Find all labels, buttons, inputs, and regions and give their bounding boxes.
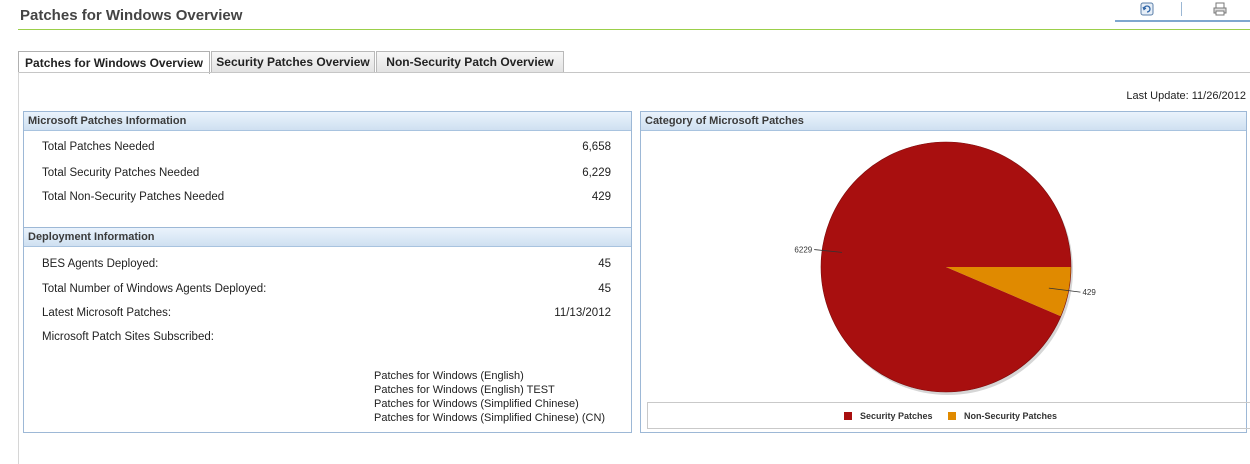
toolbar-separator <box>1181 2 1182 16</box>
tab-patches-overview[interactable]: Patches for Windows Overview <box>18 51 210 74</box>
legend-swatch-non-security <box>948 412 956 420</box>
security-patches-value: 6,229 <box>582 167 611 179</box>
deployment-info-panel: Deployment Information BES Agents Deploy… <box>23 227 632 433</box>
tab-security-patches[interactable]: Security Patches Overview <box>211 51 375 72</box>
print-button[interactable] <box>1210 0 1230 18</box>
legend-item-security: Security Patches <box>844 411 933 421</box>
legend-item-non-security: Non-Security Patches <box>948 411 1057 421</box>
patch-site-item: Patches for Windows (Simplified Chinese) <box>374 398 579 410</box>
windows-agents-value: 45 <box>598 283 611 295</box>
patch-sites-label: Microsoft Patch Sites Subscribed: <box>42 331 214 343</box>
patches-info-header: Microsoft Patches Information <box>24 112 631 131</box>
data-label-security: 6229 <box>794 246 812 255</box>
category-header: Category of Microsoft Patches <box>641 112 1246 131</box>
non-security-patches-value: 429 <box>591 191 611 203</box>
pie-chart: 6229 429 <box>794 141 1096 395</box>
patches-info-panel: Microsoft Patches Information Total Patc… <box>23 111 632 233</box>
print-icon <box>1213 2 1227 16</box>
last-update: Last Update: 11/26/2012 <box>1126 90 1246 102</box>
legend-swatch-security <box>844 412 852 420</box>
refresh-button[interactable] <box>1137 0 1157 18</box>
total-patches-label: Total Patches Needed <box>42 141 155 153</box>
bes-agents-value: 45 <box>598 258 611 270</box>
non-security-patches-label: Total Non-Security Patches Needed <box>42 191 225 203</box>
security-patches-label: Total Security Patches Needed <box>42 167 200 179</box>
data-label-non-security: 429 <box>1082 288 1096 297</box>
patch-site-item: Patches for Windows (Simplified Chinese)… <box>374 412 606 424</box>
latest-patches-value: 11/13/2012 <box>554 307 611 319</box>
latest-patches-label: Latest Microsoft Patches: <box>42 307 172 319</box>
deployment-info-header: Deployment Information <box>24 228 631 247</box>
legend-label-security: Security Patches <box>860 411 933 421</box>
category-panel: Category of Microsoft Patches 6229 429 Se… <box>640 111 1250 433</box>
total-patches-value: 6,658 <box>582 141 611 153</box>
patch-site-item: Patches for Windows (English) <box>374 370 524 382</box>
page-title: Patches for Windows Overview <box>20 7 243 24</box>
tab-divider <box>18 72 1250 73</box>
refresh-icon <box>1140 2 1154 16</box>
title-divider <box>18 29 1250 30</box>
windows-agents-label: Total Number of Windows Agents Deployed: <box>42 283 267 295</box>
content-border <box>18 72 19 464</box>
patch-site-item: Patches for Windows (English) TEST <box>374 384 555 396</box>
tab-non-security-patches[interactable]: Non-Security Patch Overview <box>376 51 564 72</box>
chart-legend: Security Patches Non-Security Patches <box>647 402 1250 429</box>
toolbar <box>1115 0 1250 22</box>
legend-label-non-security: Non-Security Patches <box>964 411 1058 421</box>
bes-agents-label: BES Agents Deployed: <box>42 258 159 270</box>
